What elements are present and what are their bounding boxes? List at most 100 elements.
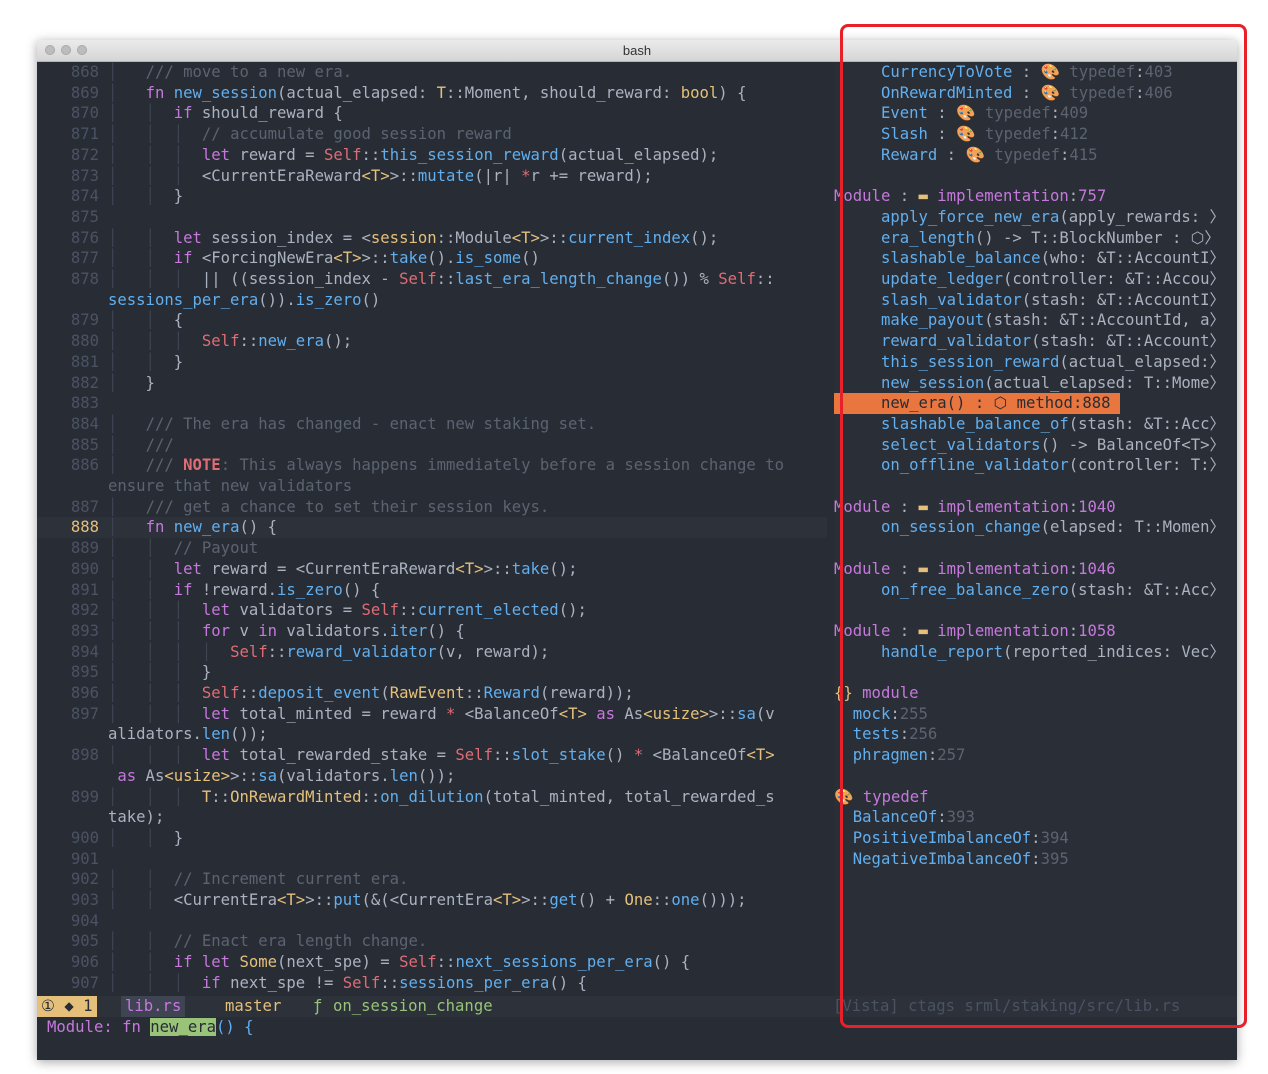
line-number: 884 xyxy=(70,414,99,433)
outline-item[interactable] xyxy=(834,766,1237,787)
code-line[interactable]: 876 │ │ let session_index = <session::Mod… xyxy=(37,228,827,249)
outline-item[interactable]: OnRewardMinted : 🎨 typedef:406 xyxy=(834,83,1237,104)
outline-item[interactable]: 🎨 typedef xyxy=(834,787,1237,808)
outline-item[interactable]: Module : ▬ implementation:1046 xyxy=(834,559,1237,580)
outline-item[interactable]: reward_validator(stash: &T::Account〉 xyxy=(834,331,1237,352)
code-line[interactable]: 870 │ │ if should_reward { xyxy=(37,103,827,124)
code-line[interactable]: 900 │ │ } xyxy=(37,828,827,849)
code-line[interactable]: 889 │ │ // Payout xyxy=(37,538,827,559)
code-text: │ /// The era has changed - enact new st… xyxy=(108,414,597,433)
code-line[interactable]: 894 │ │ │ │ Self::reward_validator(v, rew… xyxy=(37,642,827,663)
code-line[interactable]: 886 │ /// NOTE: This always happens immed… xyxy=(37,455,827,476)
code-line-wrap[interactable]: as As<usize>>::sa(validators.len()); xyxy=(37,766,827,787)
outline-item[interactable]: Slash : 🎨 typedef:412 xyxy=(834,124,1237,145)
code-line[interactable]: 898 │ │ │ let total_rewarded_stake = Self… xyxy=(37,745,827,766)
outline-item[interactable]: Module : ▬ implementation:757 xyxy=(834,186,1237,207)
code-line[interactable]: 899 │ │ │ T::OnRewardMinted::on_dilution(… xyxy=(37,787,827,808)
code-line[interactable]: 901 xyxy=(37,849,827,870)
outline-item[interactable] xyxy=(834,538,1237,559)
code-line[interactable]: 878 │ │ │ || ((session_index - Self::last… xyxy=(37,269,827,290)
code-line[interactable]: 890 │ │ let reward = <CurrentEraReward<T>… xyxy=(37,559,827,580)
function-icon: ƒ xyxy=(313,997,323,1015)
outline-item[interactable]: apply_force_new_era(apply_rewards: 〉 xyxy=(834,207,1237,228)
line-number: 869 xyxy=(70,83,99,102)
code-line[interactable]: 877 │ │ if <ForcingNewEra<T>>::take().is_… xyxy=(37,248,827,269)
code-line[interactable]: 888 │ fn new_era() { xyxy=(37,517,827,539)
outline-item[interactable]: on_free_balance_zero(stash: &T::Acc〉 xyxy=(834,580,1237,601)
code-line[interactable]: 879 │ │ { xyxy=(37,310,827,331)
outline-item[interactable]: make_payout(stash: &T::AccountId, a〉 xyxy=(834,310,1237,331)
vista-outline-sidebar[interactable]: CurrencyToVote : 🎨 typedef:403 OnRewardM… xyxy=(834,62,1237,996)
code-line[interactable]: 871 │ │ │ // accumulate good session rewa… xyxy=(37,124,827,145)
outline-item[interactable]: Event : 🎨 typedef:409 xyxy=(834,103,1237,124)
outline-item[interactable]: CurrencyToVote : 🎨 typedef:403 xyxy=(834,62,1237,83)
line-number: 904 xyxy=(70,911,99,930)
code-line[interactable]: 882 │ } xyxy=(37,373,827,394)
outline-item[interactable]: update_ledger(controller: &T::Accou〉 xyxy=(834,269,1237,290)
window-title: bash xyxy=(622,43,652,58)
code-line[interactable]: 884 │ /// The era has changed - enact new… xyxy=(37,414,827,435)
code-line[interactable]: 892 │ │ │ let validators = Self::current_… xyxy=(37,600,827,621)
outline-item[interactable]: on_offline_validator(controller: T:〉 xyxy=(834,455,1237,476)
outline-item[interactable]: slashable_balance(who: &T::AccountI〉 xyxy=(834,248,1237,269)
outline-item[interactable]: select_validators() -> BalanceOf<T>〉 xyxy=(834,435,1237,456)
outline-item[interactable] xyxy=(834,600,1237,621)
code-line[interactable]: 891 │ │ if !reward.is_zero() { xyxy=(37,580,827,601)
line-number: 894 xyxy=(70,642,99,661)
code-line[interactable]: 875 xyxy=(37,207,827,228)
code-line[interactable]: 880 │ │ │ Self::new_era(); xyxy=(37,331,827,352)
code-line[interactable]: 905 │ │ // Enact era length change. xyxy=(37,931,827,952)
outline-item[interactable]: slash_validator(stash: &T::AccountI〉 xyxy=(834,290,1237,311)
code-line[interactable]: 907 │ │ │ if next_spe != Self::sessions_p… xyxy=(37,973,827,994)
code-line[interactable]: 893 │ │ │ for v in validators.iter() { xyxy=(37,621,827,642)
outline-item[interactable]: NegativeImbalanceOf:395 xyxy=(834,849,1237,870)
code-line[interactable]: 874 │ │ } xyxy=(37,186,827,207)
code-line[interactable]: 906 │ │ if let Some(next_spe) = Self::nex… xyxy=(37,952,827,973)
code-line[interactable]: 868 │ /// move to a new era. xyxy=(37,62,827,83)
outline-item[interactable]: {} module xyxy=(834,683,1237,704)
outline-item[interactable]: mock:255 xyxy=(834,704,1237,725)
outline-item-selected[interactable]: new_era() : ⬡ method:888 xyxy=(834,393,1120,415)
outline-item[interactable]: Module : ▬ implementation:1058 xyxy=(834,621,1237,642)
code-line-wrap[interactable]: ensure that new validators xyxy=(37,476,827,497)
line-number: 897 xyxy=(70,704,99,723)
code-line-wrap[interactable]: sessions_per_era()).is_zero() xyxy=(37,290,827,311)
code-editor-pane[interactable]: 868 │ /// move to a new era. 869 │ fn new_s… xyxy=(37,62,827,996)
outline-item[interactable]: slashable_balance_of(stash: &T::Acc〉 xyxy=(834,414,1237,435)
cmd-keyword: fn xyxy=(122,1018,141,1036)
symbol-kind-icon: 🎨 xyxy=(956,125,976,144)
line-number: 889 xyxy=(70,539,99,558)
code-line[interactable]: 904 xyxy=(37,911,827,932)
code-line[interactable]: 881 │ │ } xyxy=(37,352,827,373)
outline-item[interactable]: phragmen:257 xyxy=(834,745,1237,766)
outline-item[interactable]: this_session_reward(actual_elapsed:〉 xyxy=(834,352,1237,373)
code-line[interactable]: 903 │ │ <CurrentEra<T>>::put(&(<CurrentEr… xyxy=(37,890,827,911)
code-line[interactable]: 883 xyxy=(37,393,827,414)
cmd-suffix: () { xyxy=(216,1018,254,1036)
code-line[interactable]: 895 │ │ │ } xyxy=(37,662,827,683)
outline-item[interactable] xyxy=(834,166,1237,187)
outline-item[interactable]: PositiveImbalanceOf:394 xyxy=(834,828,1237,849)
code-line[interactable]: 873 │ │ │ <CurrentEraReward<T>>::mutate(|… xyxy=(37,166,827,187)
code-line[interactable]: 896 │ │ │ Self::deposit_event(RawEvent::R… xyxy=(37,683,827,704)
outline-item[interactable]: tests:256 xyxy=(834,724,1237,745)
outline-item[interactable] xyxy=(834,476,1237,497)
outline-item[interactable]: on_session_change(elapsed: T::Momen〉 xyxy=(834,517,1237,538)
outline-item[interactable]: handle_report(reported_indices: Vec〉 xyxy=(834,642,1237,663)
outline-item[interactable]: era_length() -> T::BlockNumber : ⬡〉 xyxy=(834,228,1237,249)
code-line[interactable]: 872 │ │ │ let reward = Self::this_session… xyxy=(37,145,827,166)
code-line[interactable]: 902 │ │ // Increment current era. xyxy=(37,869,827,890)
outline-item[interactable]: BalanceOf:393 xyxy=(834,807,1237,828)
outline-item[interactable]: Module : ▬ implementation:1040 xyxy=(834,497,1237,518)
code-line-wrap[interactable]: take); xyxy=(37,807,827,828)
code-line[interactable]: 887 │ /// get a chance to set their sessi… xyxy=(37,497,827,518)
outline-item[interactable]: Reward : 🎨 typedef:415 xyxy=(834,145,1237,166)
code-line[interactable]: 897 │ │ │ let total_minted = reward * <Ba… xyxy=(37,704,827,725)
code-line[interactable]: 885 │ /// xyxy=(37,435,827,456)
code-line-wrap[interactable]: alidators.len()); xyxy=(37,724,827,745)
code-text: │ │ │ // accumulate good session reward xyxy=(108,125,512,144)
code-line[interactable]: 869 │ fn new_session(actual_elapsed: T::M… xyxy=(37,83,827,104)
line-number: 895 xyxy=(70,663,99,682)
outline-item[interactable]: new_session(actual_elapsed: T::Mome〉 xyxy=(834,373,1237,394)
outline-item[interactable] xyxy=(834,662,1237,683)
